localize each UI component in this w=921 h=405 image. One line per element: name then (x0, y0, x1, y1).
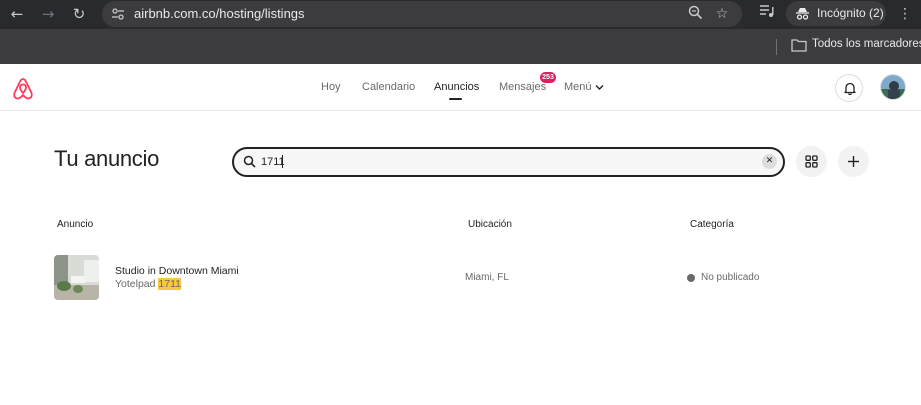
listing-title[interactable]: Studio in Downtown Miami (115, 265, 239, 277)
column-header-listing[interactable]: Anuncio (57, 219, 93, 230)
search-input[interactable] (261, 154, 741, 170)
forward-icon[interactable]: → (37, 4, 59, 24)
address-bar[interactable]: airbnb.com.co/hosting/listings ☆ (102, 1, 742, 27)
listing-photo (54, 255, 99, 300)
nav-listings[interactable]: Anuncios (434, 81, 479, 93)
messages-count-badge: 253 (540, 72, 556, 83)
nav-calendar[interactable]: Calendario (362, 81, 415, 93)
media-controls-icon[interactable] (757, 4, 777, 24)
listing-subtitle-prefix: Yotelpad (115, 278, 159, 290)
folder-icon (791, 39, 807, 52)
airbnb-logo-icon[interactable] (12, 77, 34, 101)
profile-photo (881, 75, 905, 99)
column-header-category[interactable]: Categoría (690, 219, 734, 230)
chevron-down-icon[interactable] (595, 84, 604, 91)
page-title: Tu anuncio (54, 146, 160, 171)
site-info-icon[interactable] (111, 7, 125, 21)
incognito-label: Incógnito (2) (817, 6, 884, 20)
search-icon (243, 155, 256, 168)
listing-thumbnail[interactable] (54, 255, 99, 300)
active-tab-indicator (449, 98, 462, 100)
grid-view-button[interactable] (796, 146, 827, 177)
search-field[interactable]: ✕ (232, 147, 785, 177)
bell-icon (844, 82, 856, 95)
search-match-highlight: 1711 (158, 278, 181, 290)
listing-subtitle: Yotelpad 1711 (115, 278, 181, 290)
bookmark-star-icon[interactable]: ☆ (713, 5, 731, 23)
text-cursor (282, 155, 283, 168)
clear-search-icon[interactable]: ✕ (762, 154, 777, 169)
plus-icon (848, 156, 859, 167)
status-badge: No publicado (701, 272, 760, 283)
incognito-indicator[interactable]: Incógnito (2) (786, 1, 886, 26)
all-bookmarks-link[interactable]: Todos los marcadores (812, 38, 921, 50)
nav-today[interactable]: Hoy (321, 81, 341, 93)
reload-icon[interactable]: ↻ (68, 4, 90, 24)
column-header-location[interactable]: Ubicación (468, 219, 512, 230)
nav-menu[interactable]: Menú (564, 81, 592, 93)
avatar[interactable] (880, 74, 906, 100)
add-listing-button[interactable] (838, 146, 869, 177)
bookmarks-divider (776, 39, 777, 55)
table-row[interactable]: Studio in Downtown Miami Yotelpad 1711 M… (54, 254, 874, 302)
zoom-icon[interactable] (686, 5, 704, 23)
listing-location: Miami, FL (465, 272, 509, 283)
grid-icon (805, 155, 818, 168)
chrome-menu-icon[interactable]: ⋮ (895, 4, 915, 24)
url-text[interactable]: airbnb.com.co/hosting/listings (134, 6, 305, 21)
notifications-button[interactable] (835, 74, 863, 102)
incognito-icon (796, 8, 809, 20)
back-icon[interactable]: ← (6, 4, 28, 24)
browser-toolbar: ← → ↻ airbnb.com.co/hosting/listings ☆ I… (0, 0, 921, 29)
site-header: Hoy Calendario Anuncios Mensajes 253 Men… (0, 64, 921, 111)
status-dot (687, 274, 695, 282)
bookmarks-bar: Todos los marcadores (0, 29, 921, 64)
nav-messages[interactable]: Mensajes (499, 81, 546, 93)
